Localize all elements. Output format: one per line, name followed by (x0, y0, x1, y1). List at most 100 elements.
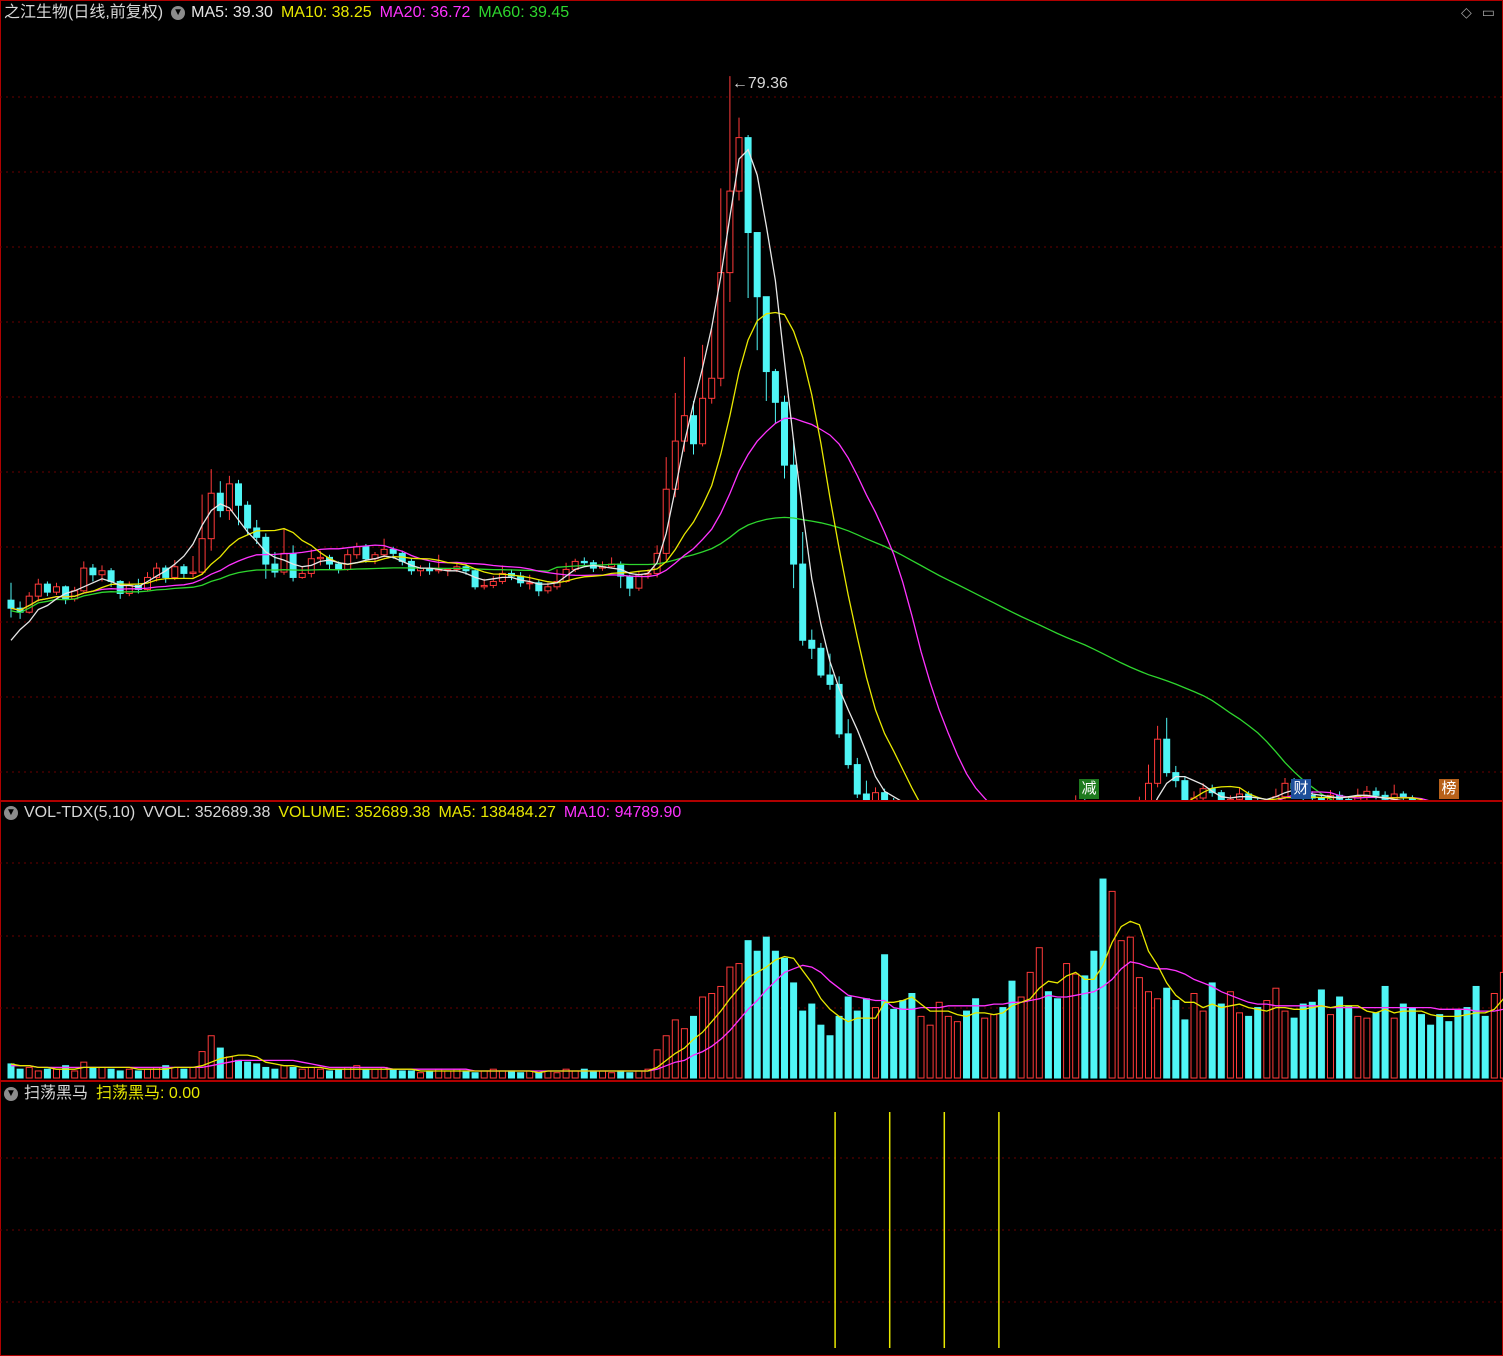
volume-bar (1117, 940, 1125, 1079)
volume-bar (1190, 992, 1198, 1079)
candle-body (844, 733, 852, 766)
candle-body (235, 483, 242, 506)
volume-bar (1272, 987, 1280, 1079)
volume-bar (1445, 1021, 1453, 1079)
volume-bar (235, 1059, 242, 1079)
tag-bang[interactable]: 榜 (1439, 779, 1459, 799)
volume-bar (708, 992, 716, 1079)
candle-body (735, 137, 743, 192)
candle-body (380, 548, 388, 556)
volume-bar (316, 1068, 324, 1079)
volume-bar (253, 1063, 261, 1079)
volume-bar (726, 966, 734, 1079)
volume-bar (908, 992, 916, 1079)
volume-bar (80, 1061, 88, 1079)
volume-bar (881, 954, 889, 1079)
volume-bar (517, 1072, 525, 1079)
candle-body (43, 583, 51, 593)
volume-bar (1254, 1007, 1262, 1079)
volume-bar (1236, 1012, 1243, 1079)
candle-body (316, 556, 324, 560)
volume-bar (498, 1070, 506, 1079)
volume-bar (1245, 1015, 1253, 1079)
candle-body (53, 586, 60, 593)
volume-bar (990, 1014, 998, 1079)
candle-body (580, 560, 588, 564)
volume-bar (972, 998, 980, 1079)
candle-body (89, 567, 97, 576)
volume-bar (1226, 991, 1234, 1079)
candle-body (799, 563, 807, 641)
candle-body (7, 599, 15, 609)
candle-body (872, 792, 879, 800)
volume-bar (953, 1021, 961, 1079)
candle-body (244, 504, 252, 529)
ma60-line (10, 516, 1334, 800)
volume-bar (781, 957, 788, 1079)
volume-bar (535, 1072, 543, 1079)
volume-bar (426, 1070, 434, 1079)
volume-bar (25, 1066, 33, 1079)
candle-body (817, 647, 825, 676)
volume-bar (116, 1070, 124, 1079)
candle-body (198, 538, 206, 573)
volume-bar (1327, 1014, 1334, 1079)
volume-bar (1145, 991, 1152, 1079)
tag-jian[interactable]: 减 (1079, 779, 1099, 799)
volume-bar (407, 1070, 415, 1079)
candle-body (790, 464, 798, 565)
candle-body (671, 440, 679, 490)
volume-bar (1081, 975, 1089, 1079)
volume-bar (608, 1072, 616, 1079)
volume-bar (16, 1068, 24, 1079)
volume-bar (53, 1068, 60, 1079)
volume-bar (1099, 878, 1107, 1079)
volume-bar (1163, 987, 1171, 1079)
volume-bar (1217, 1003, 1225, 1079)
volume-bar (790, 982, 798, 1079)
volume-bar (1181, 1019, 1189, 1079)
volume-bar (944, 1015, 952, 1079)
volume-bar (1017, 996, 1025, 1079)
volume-bar (444, 1070, 452, 1079)
volume-bar (417, 1072, 424, 1079)
candle-body (826, 674, 834, 685)
candle-body (708, 377, 716, 399)
volume-bar (589, 1070, 597, 1079)
volume-bar (799, 1010, 807, 1079)
candle-body (353, 546, 361, 556)
volume-bar (935, 1001, 943, 1079)
volume-bar (43, 1068, 51, 1079)
volume-bar (189, 1066, 197, 1079)
volume-bar (1281, 1010, 1289, 1079)
volume-bar (599, 1070, 606, 1079)
candle-body (762, 296, 770, 373)
candle-body (335, 563, 343, 570)
candle-body (526, 582, 534, 585)
volume-bar (1035, 947, 1043, 1079)
volume-bar (662, 1035, 670, 1079)
volume-bar (107, 1068, 115, 1079)
candle-body (171, 566, 179, 578)
volume-bar (326, 1070, 333, 1079)
candle-body (1372, 790, 1380, 796)
volume-bar (1427, 1024, 1435, 1079)
volume-bar (926, 1024, 934, 1079)
volume-bar (1308, 1001, 1316, 1079)
volume-bar (1008, 980, 1016, 1079)
volume-bar (1381, 985, 1389, 1079)
tag-cai[interactable]: 财 (1291, 779, 1311, 799)
volume-bar (690, 1015, 697, 1079)
volume-bar (480, 1070, 488, 1079)
volume-bar (1454, 1008, 1462, 1079)
volume-bar (1063, 963, 1071, 1079)
indicator-chart (0, 1112, 1503, 1348)
volume-bar (771, 950, 779, 1079)
volume-bar (1126, 936, 1134, 1079)
volume-bar (635, 1070, 643, 1079)
candle-body (1145, 782, 1152, 800)
volume-bar (144, 1068, 151, 1079)
volume-bar (1263, 1000, 1271, 1079)
candle-body (98, 570, 106, 576)
volume-bar (1345, 1005, 1353, 1079)
